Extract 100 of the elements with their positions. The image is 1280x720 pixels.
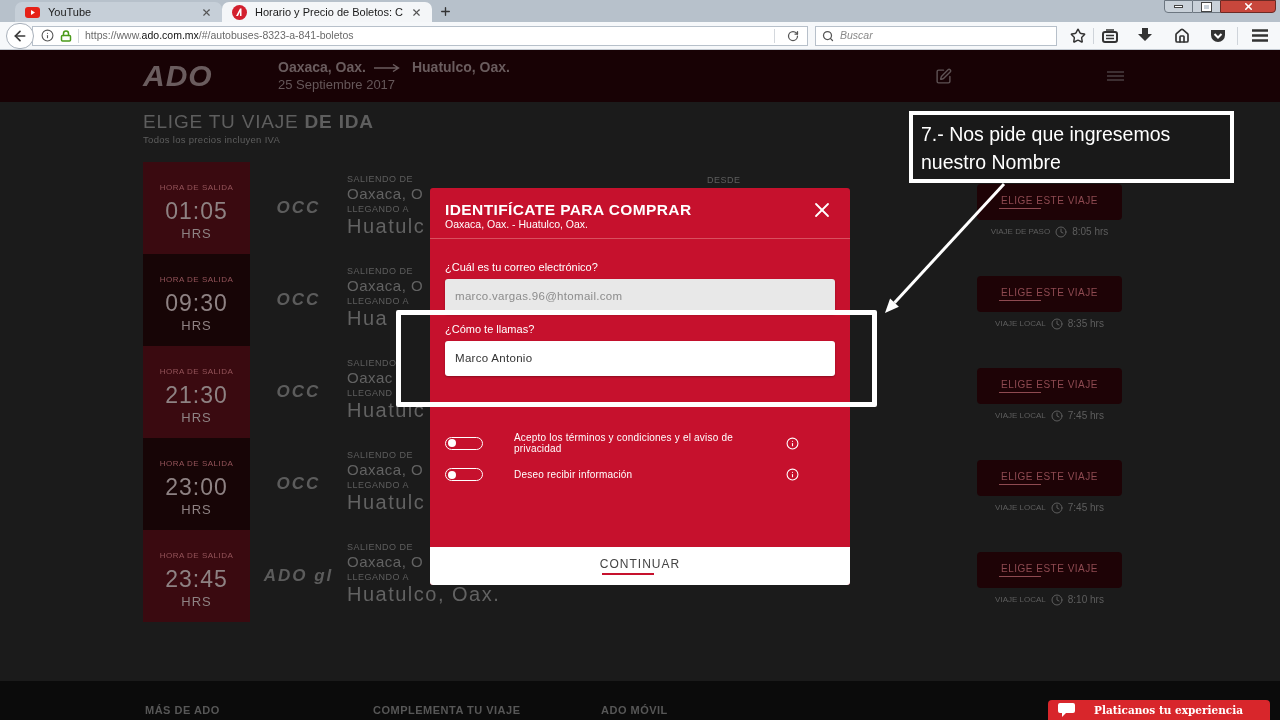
departure-label: HORA DE SALIDA [159, 459, 234, 469]
time-unit: HRS [181, 227, 212, 241]
price-label: DESDE [707, 175, 741, 186]
origin-city: Oaxaca, O [347, 277, 424, 294]
footer-heading: MÁS DE ADO [145, 704, 220, 717]
footer-heading: ADO MÓVIL [601, 704, 668, 717]
carrier-logo: OCC [276, 475, 321, 493]
modal-route: Oaxaca, Oax. - Huatulco, Oax. [445, 218, 588, 231]
minimize-button[interactable] [1164, 0, 1193, 13]
field-label: ¿Cuál es tu correo electrónico? [445, 261, 598, 274]
annotation-callout: 7.- Nos pide que ingresemos nuestro Nombre [909, 111, 1234, 183]
time-unit: HRS [181, 319, 212, 333]
new-tab-icon[interactable] [438, 5, 452, 18]
price-note: Todos los precios incluyen IVA [143, 134, 281, 146]
time-unit: HRS [181, 411, 212, 425]
trip-type: VIAJE LOCAL [995, 503, 1046, 513]
close-tab-icon[interactable] [201, 6, 212, 18]
departure-label: HORA DE SALIDA [159, 367, 234, 377]
carrier-logo: ADO gl [263, 567, 334, 585]
departure-time: 23:45 [165, 567, 228, 591]
browser-tab[interactable]: YouTube [15, 2, 222, 22]
destination-city: Huatulco, Oax. [411, 59, 510, 76]
brand-logo: ADO [143, 61, 214, 91]
origin-label: SALIENDO DE [347, 450, 414, 461]
carrier-logo: OCC [276, 291, 321, 309]
trip-type: VIAJE LOCAL [995, 319, 1046, 329]
origin-label: SALIENDO [347, 358, 397, 369]
choose-trip-button[interactable]: ELIGE ESTE VIAJE [977, 276, 1122, 312]
departure-label: HORA DE SALIDA [159, 183, 234, 193]
trip-duration: 7:45 hrs [1067, 410, 1104, 422]
close-window-button[interactable] [1220, 0, 1276, 13]
choose-trip-button[interactable]: ELIGE ESTE VIAJE [977, 368, 1122, 404]
edit-icon[interactable] [935, 67, 952, 85]
departure-time: 01:05 [165, 199, 228, 223]
destination-city: Huatulc [347, 215, 426, 237]
trip-type: VIAJE LOCAL [995, 595, 1046, 605]
url-text: https://www.ado.com.mx/#/autobuses-8323-a-841-boletos [85, 27, 354, 43]
reading-list-icon[interactable] [1102, 28, 1118, 43]
trip-duration: 8:05 hrs [1072, 226, 1109, 238]
toggle-label: Acepto los términos y condiciones y el aviso de privacidad [514, 432, 734, 454]
origin-city: Oaxaca, O [347, 461, 424, 478]
bookmark-star-icon[interactable] [1070, 27, 1086, 44]
address-bar[interactable]: https://www.ado.com.mx/#/autobuses-8323-a-841-boletos [32, 25, 808, 46]
menu-icon[interactable] [1252, 29, 1268, 42]
modal-title: IDENTIFÍCATE PARA COMPRAR [445, 201, 692, 218]
trip-type: VIAJE LOCAL [995, 411, 1046, 421]
search-icon [822, 29, 834, 42]
minimize-icon [1174, 5, 1183, 8]
time-unit: HRS [181, 503, 212, 517]
origin-label: SALIENDO DE [347, 266, 414, 277]
trip-duration: 8:35 hrs [1067, 318, 1104, 330]
round-logo-icon [232, 4, 247, 20]
trip-duration: 7:45 hrs [1067, 502, 1104, 514]
footer-heading: COMPLEMENTA TU VIAJE [373, 704, 521, 717]
clock-icon [1050, 318, 1063, 330]
clock-icon [1050, 502, 1063, 514]
feedback-chat-button[interactable]: Platicanos tu experiencia [1048, 700, 1270, 720]
pocket-icon[interactable] [1210, 28, 1226, 43]
speech-bubble-icon [1058, 703, 1075, 717]
toggle-label: Deseo recibir información [514, 469, 634, 480]
destination-city: Hua [347, 307, 389, 329]
origin-city: Oaxaca, O [347, 185, 424, 202]
departure-time: 09:30 [165, 291, 228, 315]
carrier-logo: OCC [276, 199, 321, 217]
departure-time: 21:30 [165, 383, 228, 407]
field-label: ¿Cómo te llamas? [445, 323, 535, 336]
search-field[interactable]: Buscar [815, 25, 1057, 46]
travel-date: 25 Septiembre 2017 [278, 77, 396, 93]
departure-label: HORA DE SALIDA [159, 551, 234, 561]
destination-label: LLEGAND [347, 388, 393, 399]
right-arrow-icon [373, 63, 400, 72]
origin-city: Oaxac [347, 369, 393, 386]
page-title: ELIGE TU VIAJE DE IDA [143, 111, 374, 133]
choose-trip-button[interactable]: ELIGE ESTE VIAJE [977, 184, 1122, 220]
origin-label: SALIENDO DE [347, 542, 414, 553]
trip-duration: 8:10 hrs [1067, 594, 1104, 606]
name-field[interactable]: Marco Antonio [445, 341, 835, 376]
carrier-logo: OCC [276, 383, 321, 401]
home-icon[interactable] [1174, 27, 1190, 44]
download-icon[interactable] [1138, 28, 1152, 43]
browser-tab[interactable]: Horario y Precio de Boletos: C [222, 2, 432, 22]
departure-label: HORA DE SALIDA [159, 275, 234, 285]
time-unit: HRS [181, 595, 212, 609]
destination-city: Huatulc [347, 491, 426, 513]
info-icon[interactable] [41, 29, 54, 42]
video-logo-icon [25, 6, 40, 18]
choose-trip-button[interactable]: ELIGE ESTE VIAJE [977, 460, 1122, 496]
choose-trip-button[interactable]: ELIGE ESTE VIAJE [977, 552, 1122, 588]
restore-icon [1202, 2, 1211, 11]
origin-label: SALIENDO DE [347, 174, 414, 185]
continue-button[interactable]: CONTINUAR [430, 547, 850, 585]
origin-city: Oaxaca, Oax. [278, 59, 366, 76]
clock-icon [1050, 410, 1063, 422]
restore-button[interactable] [1193, 0, 1220, 13]
lock-icon[interactable] [60, 29, 72, 42]
clock-icon [1050, 594, 1063, 606]
clock-icon [1055, 226, 1068, 238]
close-tab-icon[interactable] [410, 6, 422, 18]
back-button[interactable] [6, 22, 34, 49]
reload-icon[interactable] [787, 29, 799, 42]
